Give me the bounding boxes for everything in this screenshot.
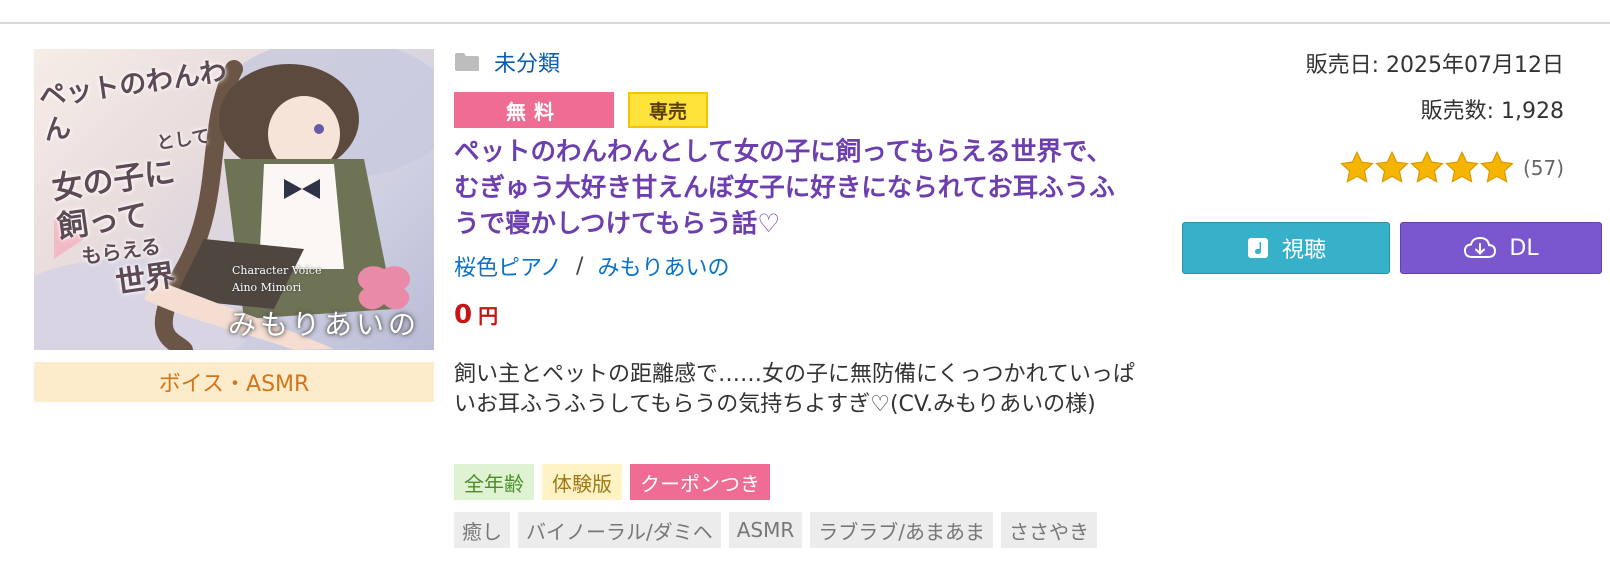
star-icon [1375, 150, 1409, 183]
release-date: 販売日: 2025年07月12日 [1305, 53, 1564, 78]
folder-icon [455, 53, 479, 71]
genre-tag[interactable]: ASMR [728, 512, 803, 548]
work-description: 飼い主とペットの距離感で……女の子に無防備にくっつかれていっぱいお耳ふうふうして… [454, 362, 1135, 417]
flag-trial[interactable]: 体験版 [542, 464, 622, 500]
thumbnail-cv-credit: Character Voice Aino Mimori [232, 263, 321, 296]
download-button[interactable]: DL [1400, 222, 1602, 274]
cloud-download-icon [1463, 236, 1497, 260]
thumbnail-cv-line: Character Voice [232, 264, 322, 277]
price-value: 0 [454, 300, 473, 330]
star-icon [1445, 150, 1479, 183]
free-badge: 無料 [454, 92, 614, 128]
rating-count[interactable]: (57) [1523, 156, 1564, 180]
creator-row: 桜色ピアノ / みもりあいの [454, 250, 729, 282]
folder-link[interactable]: 未分類 [494, 46, 560, 78]
work-thumbnail[interactable]: ペットのわんわん として 女の子に 飼って もらえる 世界 Character … [34, 49, 434, 350]
flag-all-ages: 全年齢 [454, 464, 534, 500]
sales-meta: 販売日: 2025年07月12日 販売数: 1,928 [1306, 48, 1564, 140]
work-title[interactable]: ペットのわんわんとして女の子に飼ってもらえる世界で、むぎゅう大好き甘えんぼ女子に… [454, 134, 1134, 242]
thumbnail-cv-name: みもりあいの [228, 308, 421, 341]
genre-tag[interactable]: バイノーラル/ダミヘ [518, 512, 721, 548]
genre-tag[interactable]: 癒し [454, 512, 510, 548]
flag-row: 全年齢 体験版 クーポンつき [454, 464, 770, 500]
circle-link[interactable]: 桜色ピアノ [454, 250, 562, 282]
genre-tag[interactable]: ささやき [1001, 512, 1098, 548]
headphone-note-icon [1246, 236, 1270, 260]
star-icon [1480, 150, 1514, 183]
download-button-label: DL [1509, 235, 1539, 261]
work-list-item: ペットのわんわん として 女の子に 飼って もらえる 世界 Character … [0, 0, 1610, 572]
listen-button[interactable]: 視聴 [1182, 222, 1390, 274]
thumbnail-cv-line: Aino Mimori [232, 280, 302, 294]
folder-row: 未分類 [454, 46, 560, 78]
badge-row: 無料 専売 [454, 92, 708, 128]
star-icon [1340, 150, 1374, 183]
star-rating: (57) [1340, 150, 1564, 186]
work-category[interactable]: ボイス・ASMR [34, 362, 434, 402]
sales-count: 販売数: 1,928 [1420, 99, 1564, 124]
voice-actor-link[interactable]: みもりあいの [597, 250, 729, 282]
star-icon [1410, 150, 1444, 183]
creator-separator: / [576, 253, 584, 279]
price-unit: 円 [478, 304, 499, 328]
genre-tags: 癒し バイノーラル/ダミヘ ASMR ラブラブ/あまあま ささやき [454, 512, 1098, 548]
thumbnail-title-text: ペットのわんわん として 女の子に 飼って もらえる 世界 [37, 55, 257, 309]
price: 0 円 [454, 300, 498, 330]
flag-coupon[interactable]: クーポンつき [630, 464, 770, 500]
exclusive-badge: 専売 [628, 92, 708, 128]
listen-button-label: 視聴 [1281, 238, 1326, 263]
genre-tag[interactable]: ラブラブ/あまあま [810, 512, 994, 548]
